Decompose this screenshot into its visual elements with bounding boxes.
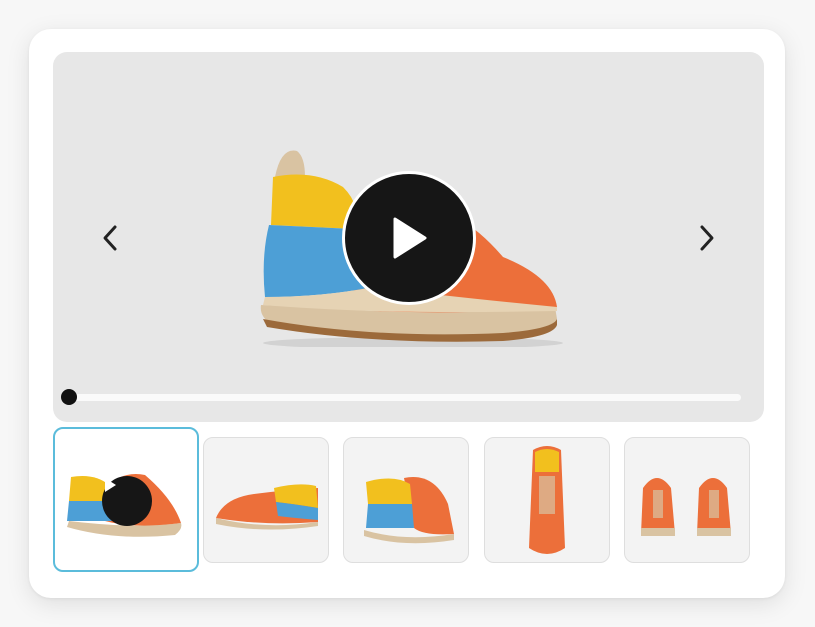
- thumbnail-image: [216, 484, 318, 530]
- video-player[interactable]: [53, 52, 764, 422]
- thumbnail-image: [529, 446, 565, 554]
- thumbnail-top-view[interactable]: [484, 437, 610, 563]
- thumbnail-back-view[interactable]: [343, 437, 469, 563]
- previous-button[interactable]: [95, 220, 125, 256]
- thumbnail-front-view[interactable]: [624, 437, 750, 563]
- play-button[interactable]: [342, 171, 476, 305]
- thumbnail-image: [364, 477, 454, 544]
- thumbnail-side-view[interactable]: [203, 437, 329, 563]
- thumbnail-video[interactable]: [53, 427, 199, 572]
- chevron-right-icon: [700, 225, 714, 251]
- seek-bar[interactable]: [61, 389, 741, 405]
- thumbnail-image: [641, 478, 731, 536]
- play-icon: [393, 217, 427, 259]
- product-media-gallery: [29, 29, 785, 598]
- thumbnail-play-button: [102, 476, 152, 526]
- seek-handle[interactable]: [61, 389, 77, 405]
- chevron-left-icon: [103, 225, 117, 251]
- play-icon: [105, 478, 116, 492]
- next-button[interactable]: [692, 220, 722, 256]
